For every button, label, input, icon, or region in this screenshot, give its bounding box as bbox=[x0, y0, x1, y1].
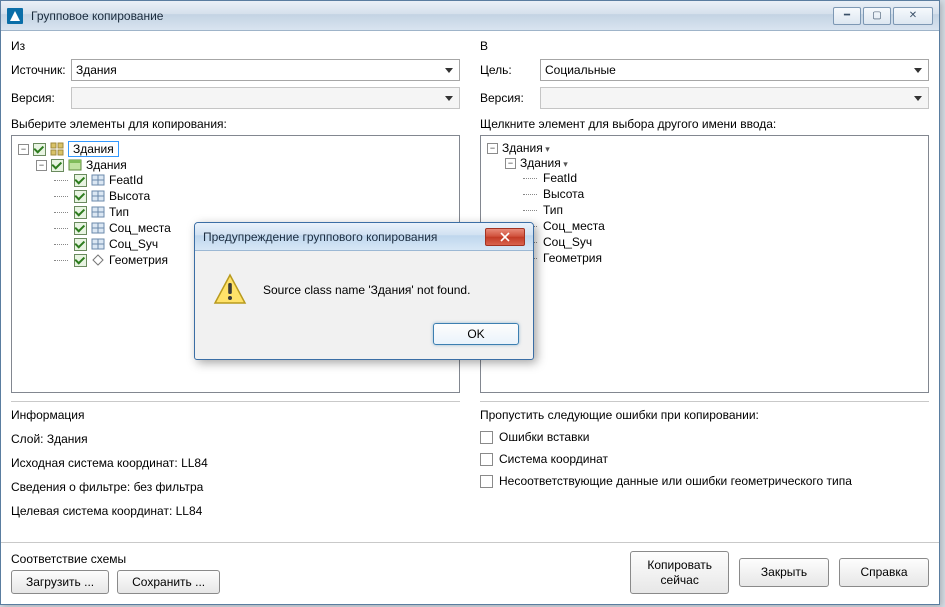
target-tree-field[interactable]: Соц_Sуч bbox=[543, 235, 592, 249]
tree-expander[interactable]: − bbox=[36, 160, 47, 171]
version-label-left: Версия: bbox=[11, 91, 71, 105]
copy-now-button[interactable]: Копировать сейчас bbox=[630, 551, 729, 594]
version-select-left[interactable] bbox=[71, 87, 460, 109]
schema-mapping-label: Соответствие схемы bbox=[11, 552, 630, 566]
chevron-down-icon bbox=[910, 62, 926, 78]
dialog-ok-button[interactable]: OK bbox=[433, 323, 519, 345]
skip-cs-label: Система координат bbox=[499, 452, 608, 466]
select-elements-label: Выберите элементы для копирования: bbox=[11, 117, 460, 131]
skip-insert-label: Ошибки вставки bbox=[499, 430, 589, 444]
tree-field[interactable]: FeatId bbox=[109, 173, 143, 187]
skip-header: Пропустить следующие ошибки при копирова… bbox=[480, 408, 929, 422]
target-tree-panel: − Здания − Здания bbox=[480, 135, 929, 393]
target-tree-field[interactable]: Высота bbox=[543, 187, 584, 201]
info-src-cs: Исходная система координат: LL84 bbox=[11, 456, 460, 470]
version-label-right: Версия: bbox=[480, 91, 540, 105]
tree-field[interactable]: Тип bbox=[109, 205, 129, 219]
from-header: Из bbox=[11, 39, 460, 53]
warning-dialog: Предупреждение группового копирования So… bbox=[194, 222, 534, 360]
dialog-titlebar: Предупреждение группового копирования bbox=[195, 223, 533, 251]
tree-checkbox[interactable] bbox=[74, 190, 87, 203]
tree-root-edit[interactable]: Здания bbox=[68, 141, 119, 157]
dialog-message: Source class name 'Здания' not found. bbox=[263, 283, 470, 297]
target-select[interactable]: Социальные bbox=[540, 59, 929, 81]
warning-icon bbox=[213, 273, 247, 307]
target-tree-field[interactable]: Соц_места bbox=[543, 219, 605, 233]
source-label: Источник: bbox=[11, 63, 71, 77]
dialog-close-button[interactable] bbox=[485, 228, 525, 246]
field-icon bbox=[91, 237, 105, 251]
close-window-button[interactable]: ✕ bbox=[893, 7, 933, 25]
close-button[interactable]: Закрыть bbox=[739, 558, 829, 586]
window-buttons: ━ ▢ ✕ bbox=[833, 7, 933, 25]
skip-errors-panel: Пропустить следующие ошибки при копирова… bbox=[480, 401, 929, 528]
tree-expander[interactable]: − bbox=[487, 143, 498, 154]
target-tree-field[interactable]: Геометрия bbox=[543, 251, 602, 265]
click-element-label: Щелкните элемент для выбора другого имен… bbox=[480, 117, 929, 131]
info-header: Информация bbox=[11, 408, 460, 422]
window-title: Групповое копирование bbox=[31, 9, 833, 23]
skip-insert-checkbox[interactable] bbox=[480, 431, 493, 444]
target-tree-root[interactable]: Здания bbox=[502, 141, 550, 155]
tree-field[interactable]: Соц_места bbox=[109, 221, 171, 235]
skip-geom-checkbox[interactable] bbox=[480, 475, 493, 488]
target-select-value: Социальные bbox=[545, 63, 616, 77]
skip-geom-label: Несоответствующие данные или ошибки геом… bbox=[499, 474, 852, 488]
tree-field[interactable]: Геометрия bbox=[109, 253, 168, 267]
target-tree-field[interactable]: Тип bbox=[543, 203, 563, 217]
tree-checkbox[interactable] bbox=[33, 143, 46, 156]
load-button[interactable]: Загрузить ... bbox=[11, 570, 109, 594]
maximize-button[interactable]: ▢ bbox=[863, 7, 891, 25]
tree-field[interactable]: Соц_Sуч bbox=[109, 237, 158, 251]
tree-checkbox[interactable] bbox=[74, 174, 87, 187]
tree-expander[interactable]: − bbox=[18, 144, 29, 155]
tree-field[interactable]: Высота bbox=[109, 189, 150, 203]
chevron-down-icon bbox=[441, 62, 457, 78]
tree-expander[interactable]: − bbox=[505, 158, 516, 169]
source-select[interactable]: Здания bbox=[71, 59, 460, 81]
info-panel: Информация Слой: Здания Исходная система… bbox=[11, 401, 460, 528]
to-column: В Цель: Социальные Версия: Щелкните элем… bbox=[480, 39, 929, 393]
source-select-value: Здания bbox=[76, 63, 117, 77]
target-tree-field[interactable]: FeatId bbox=[543, 171, 577, 185]
geometry-icon bbox=[91, 253, 105, 267]
to-header: В bbox=[480, 39, 929, 53]
dialog-title: Предупреждение группового копирования bbox=[203, 230, 485, 244]
field-icon bbox=[91, 189, 105, 203]
help-button[interactable]: Справка bbox=[839, 558, 929, 586]
app-icon bbox=[7, 8, 23, 24]
field-icon bbox=[91, 221, 105, 235]
info-layer: Слой: Здания bbox=[11, 432, 460, 446]
minimize-button[interactable]: ━ bbox=[833, 7, 861, 25]
version-select-right[interactable] bbox=[540, 87, 929, 109]
target-label: Цель: bbox=[480, 63, 540, 77]
tree-checkbox[interactable] bbox=[74, 254, 87, 267]
field-icon bbox=[91, 173, 105, 187]
tree-checkbox[interactable] bbox=[74, 206, 87, 219]
field-icon bbox=[91, 205, 105, 219]
schema-icon bbox=[50, 142, 64, 156]
tree-checkbox[interactable] bbox=[74, 222, 87, 235]
target-tree-schema[interactable]: Здания bbox=[520, 156, 568, 170]
titlebar: Групповое копирование ━ ▢ ✕ bbox=[1, 1, 939, 31]
skip-cs-checkbox[interactable] bbox=[480, 453, 493, 466]
tree-checkbox[interactable] bbox=[74, 238, 87, 251]
save-button[interactable]: Сохранить ... bbox=[117, 570, 220, 594]
chevron-down-icon bbox=[441, 90, 457, 106]
tree-schema-node[interactable]: Здания bbox=[86, 158, 127, 172]
chevron-down-icon bbox=[910, 90, 926, 106]
footer: Соответствие схемы Загрузить ... Сохрани… bbox=[1, 543, 939, 604]
class-icon bbox=[68, 158, 82, 172]
tree-checkbox[interactable] bbox=[51, 159, 64, 172]
info-filter: Сведения о фильтре: без фильтра bbox=[11, 480, 460, 494]
info-tgt-cs: Целевая система координат: LL84 bbox=[11, 504, 460, 518]
